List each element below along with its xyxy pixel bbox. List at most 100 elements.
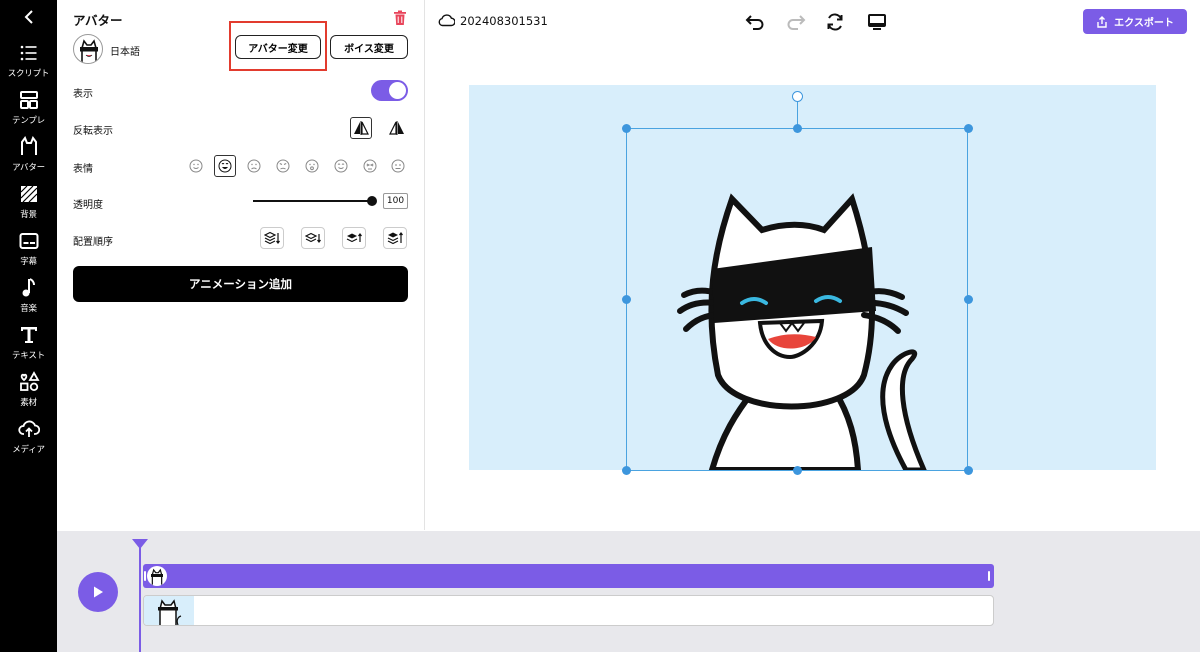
- sidebar-item-label: アバター: [12, 163, 45, 173]
- change-voice-button[interactable]: ボイス変更: [330, 35, 408, 59]
- avatar-icon: [20, 136, 37, 155]
- resize-handle-bottom-left[interactable]: [622, 466, 631, 475]
- sidebar-item-material[interactable]: 素材: [0, 371, 57, 417]
- smile-face-icon: [189, 159, 203, 173]
- subtitle-icon: [19, 233, 38, 249]
- highlight-annotation-box: [229, 21, 327, 71]
- refresh-button[interactable]: [824, 11, 846, 33]
- expression-tired[interactable]: [359, 155, 381, 177]
- playhead-line[interactable]: [139, 541, 141, 652]
- expression-angry[interactable]: [272, 155, 294, 177]
- redo-icon: [787, 15, 806, 30]
- sidebar-item-label: 字幕: [20, 257, 37, 267]
- voice-language: 日本語: [110, 47, 140, 58]
- bring-to-front-icon: [387, 232, 403, 245]
- cat-avatar-icon: [158, 599, 182, 625]
- monitor-icon: [868, 14, 886, 30]
- refresh-icon: [827, 13, 843, 31]
- sidebar-item-avatar[interactable]: アバター: [0, 136, 57, 182]
- sidebar-item-script[interactable]: スクリプト: [0, 42, 57, 88]
- bring-forward-button[interactable]: [342, 227, 366, 249]
- resize-handle-bottom-right[interactable]: [964, 466, 973, 475]
- rotate-handle[interactable]: [792, 91, 803, 102]
- expression-laugh[interactable]: [214, 155, 236, 177]
- play-icon: [94, 586, 103, 598]
- video-canvas[interactable]: [469, 85, 1156, 470]
- add-animation-button[interactable]: アニメーション追加: [73, 266, 408, 302]
- sidebar-item-template[interactable]: テンプレ: [0, 89, 57, 135]
- sidebar-item-label: 素材: [20, 398, 37, 408]
- material-icon: [19, 371, 40, 391]
- sidebar-item-text[interactable]: テキスト: [0, 324, 57, 370]
- opacity-slider-track[interactable]: [253, 200, 373, 202]
- template-icon: [19, 91, 38, 109]
- display-label: 表示: [73, 89, 93, 100]
- sidebar-item-label: メディア: [12, 445, 45, 455]
- avatar-track[interactable]: [143, 564, 994, 588]
- send-to-back-button[interactable]: [260, 227, 284, 249]
- send-backward-button[interactable]: [301, 227, 325, 249]
- resize-handle-top-right[interactable]: [964, 124, 973, 133]
- share-upload-icon: [1097, 15, 1107, 28]
- redo-button[interactable]: [785, 11, 807, 33]
- project-name[interactable]: 202408301531: [460, 14, 548, 28]
- resize-handle-left[interactable]: [622, 295, 631, 304]
- flip-normal-button[interactable]: [350, 117, 372, 139]
- sidebar-item-label: 背景: [20, 210, 37, 220]
- sidebar-item-label: 音楽: [20, 304, 37, 314]
- trash-icon: [394, 10, 406, 25]
- cat-avatar-illustration: [677, 193, 927, 470]
- opacity-slider-thumb[interactable]: [367, 196, 377, 206]
- expression-neutral[interactable]: [387, 155, 409, 177]
- expression-surprised[interactable]: [301, 155, 323, 177]
- media-upload-icon: [17, 420, 40, 437]
- sidebar-item-music[interactable]: 音楽: [0, 277, 57, 323]
- sidebar-item-label: スクリプト: [7, 69, 50, 79]
- expression-sad[interactable]: [243, 155, 265, 177]
- resize-handle-top[interactable]: [793, 124, 802, 133]
- opacity-value-input[interactable]: 100: [383, 193, 408, 209]
- track-trim-handle-right[interactable]: [988, 571, 990, 581]
- text-icon: [20, 327, 37, 343]
- track-avatar-thumbnail: [147, 566, 167, 586]
- panel-title: アバター: [73, 13, 123, 28]
- flip-label: 反転表示: [73, 126, 113, 137]
- expression-happy[interactable]: [330, 155, 352, 177]
- surprised-face-icon: [305, 159, 319, 173]
- resize-handle-right[interactable]: [964, 295, 973, 304]
- sidebar-item-label: テンプレ: [12, 116, 45, 126]
- resize-handle-bottom[interactable]: [793, 466, 802, 475]
- chevron-left-icon: [24, 10, 33, 24]
- music-icon: [22, 278, 35, 297]
- flip-mirror-icon: [389, 121, 404, 135]
- undo-button[interactable]: [744, 11, 766, 33]
- expression-label: 表情: [73, 164, 93, 175]
- script-list-icon: [20, 45, 36, 61]
- expression-smile[interactable]: [185, 155, 207, 177]
- cat-avatar-icon: [151, 568, 163, 585]
- sidebar-item-subtitle[interactable]: 字幕: [0, 230, 57, 276]
- send-backward-icon: [305, 232, 321, 243]
- resize-handle-top-left[interactable]: [622, 124, 631, 133]
- video-track[interactable]: [143, 595, 994, 626]
- clip-thumbnail[interactable]: [144, 596, 194, 625]
- flip-mirror-button[interactable]: [386, 117, 408, 139]
- display-toggle[interactable]: [371, 80, 408, 101]
- neutral-face-icon: [391, 159, 405, 173]
- play-button[interactable]: [78, 572, 118, 612]
- sidebar-item-media[interactable]: メディア: [0, 418, 57, 464]
- delete-button[interactable]: [393, 10, 407, 26]
- undo-icon: [745, 15, 764, 30]
- preview-button[interactable]: [866, 11, 888, 33]
- track-trim-handle-left[interactable]: [144, 571, 146, 581]
- avatar-thumbnail: [73, 34, 103, 64]
- sad-face-icon: [247, 159, 261, 173]
- back-button[interactable]: [18, 6, 40, 28]
- export-button[interactable]: エクスポート: [1083, 9, 1187, 34]
- cloud-save-icon: [438, 14, 455, 27]
- opacity-label: 透明度: [73, 200, 103, 211]
- bring-to-front-button[interactable]: [383, 227, 407, 249]
- sidebar-item-background[interactable]: 背景: [0, 183, 57, 229]
- send-to-back-icon: [264, 231, 280, 245]
- flip-horizontal-icon: [354, 121, 369, 135]
